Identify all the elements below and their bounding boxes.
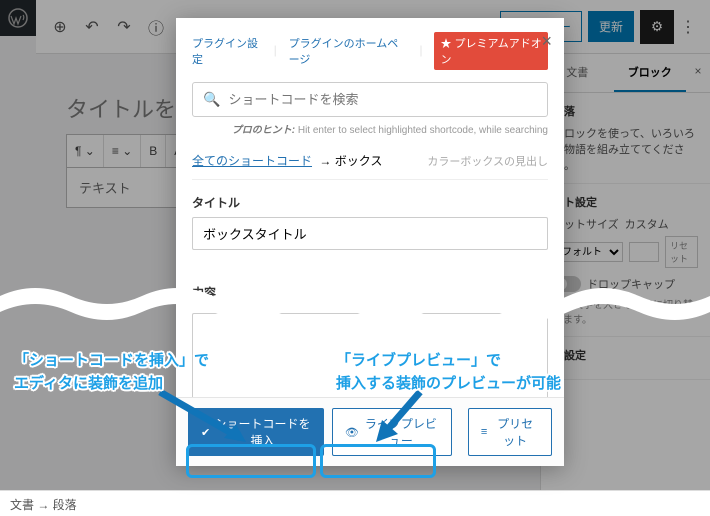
breadcrumb: 全てのショートコード → ボックス カラーボックスの見出し (192, 152, 548, 180)
breadcrumb-current: ボックス (335, 154, 383, 168)
modal-footer: ✔ショートコードを挿入 👁ライブプレビュー ≡プリセット (176, 397, 564, 466)
shortcode-search-input[interactable] (228, 92, 537, 107)
insert-shortcode-button[interactable]: ✔ショートコードを挿入 (188, 408, 324, 456)
annotation-text-preview: 「ライブプレビュー」で挿入する装飾のプレビューが可能 (336, 350, 561, 395)
modal-header-links: プラグイン設定 ｜ プラグインのホームページ ｜ ★ プレミアムアドオン (192, 32, 548, 70)
premium-addon-badge[interactable]: ★ プレミアムアドオン (434, 32, 548, 70)
shortcode-modal: × プラグイン設定 ｜ プラグインのホームページ ｜ ★ プレミアムアドオン 🔍… (176, 18, 564, 466)
editor-footer-breadcrumb[interactable]: 文書 → 段落 (0, 490, 710, 516)
eye-icon: 👁 (345, 426, 359, 439)
plugin-home-link[interactable]: プラグインのホームページ (289, 35, 408, 67)
shortcode-search[interactable]: 🔍 (192, 82, 548, 117)
breadcrumb-detail: カラーボックスの見出し (427, 153, 548, 169)
field-title-label: タイトル (192, 194, 548, 211)
list-icon: ≡ (481, 426, 487, 438)
field-title-input[interactable] (192, 217, 548, 250)
check-icon: ✔ (201, 426, 210, 439)
preset-button[interactable]: ≡プリセット (468, 408, 552, 456)
modal-close-button[interactable]: × (541, 32, 552, 50)
search-hint: プロのヒント: Hit enter to select highlighted … (192, 121, 548, 136)
search-icon: 🔍 (203, 91, 220, 108)
plugin-settings-link[interactable]: プラグイン設定 (192, 35, 262, 67)
breadcrumb-all[interactable]: 全てのショートコード (192, 152, 312, 169)
field-content-label: 内容 (192, 284, 548, 301)
annotation-text-insert: 「ショートコードを挿入」でエディタに装飾を追加 (14, 350, 209, 395)
live-preview-button[interactable]: 👁ライブプレビュー (332, 408, 452, 456)
